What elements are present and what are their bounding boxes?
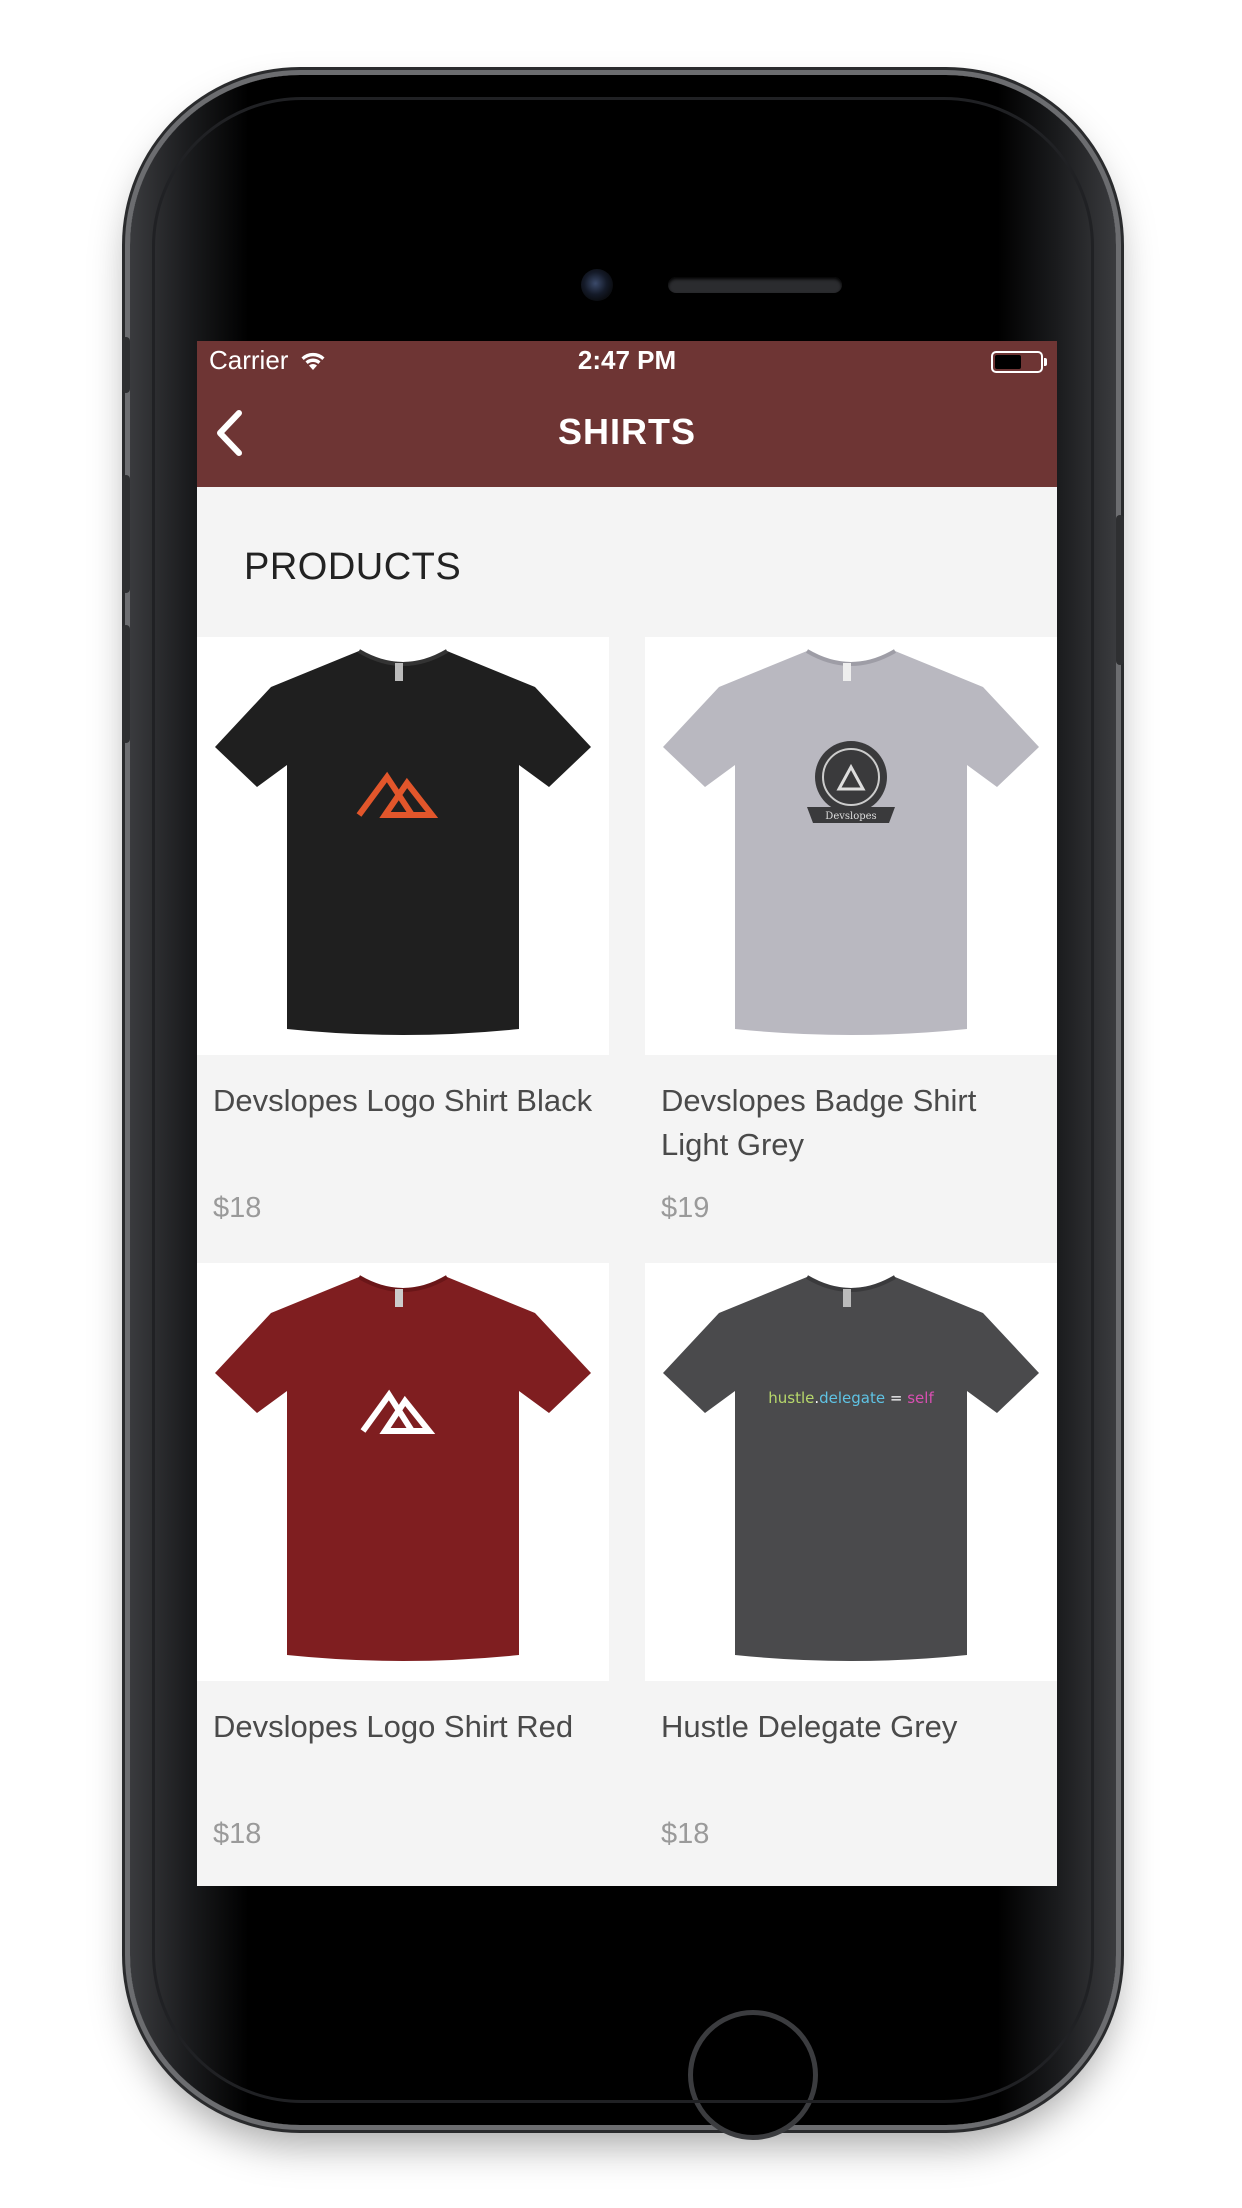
mute-switch bbox=[122, 337, 130, 393]
product-card[interactable]: Devslopes Logo Shirt Black $18 bbox=[197, 637, 609, 1224]
status-time: 2:47 PM bbox=[577, 345, 677, 375]
product-price: $18 bbox=[213, 1192, 262, 1224]
shirt-shape bbox=[663, 1277, 1039, 1661]
product-image bbox=[197, 637, 609, 1055]
product-card[interactable]: Devslopes Devslopes Badge Shirt Light Gr… bbox=[645, 637, 1057, 1224]
product-price: $19 bbox=[661, 1192, 710, 1224]
product-image bbox=[197, 1263, 609, 1681]
product-name: Devslopes Badge Shirt Light Grey bbox=[661, 1083, 977, 1162]
front-camera bbox=[581, 269, 613, 301]
product-price: $18 bbox=[213, 1818, 262, 1850]
badge-text: Devslopes bbox=[825, 811, 876, 822]
hustle-delegate-graphic: hustle.delegate = self bbox=[768, 1389, 934, 1407]
home-button[interactable] bbox=[688, 2010, 818, 2140]
section-title: PRODUCTS bbox=[244, 546, 462, 588]
product-price: $18 bbox=[661, 1818, 710, 1850]
product-name: Hustle Delegate Grey bbox=[661, 1709, 958, 1744]
battery-icon bbox=[991, 351, 1047, 373]
page-title: SHIRTS bbox=[557, 411, 696, 452]
navigation-bar: Carrier 2:47 PM SHIRTS bbox=[197, 341, 1057, 487]
shirt-shape bbox=[215, 1277, 591, 1661]
product-image: hustle.delegate = self bbox=[645, 1263, 1057, 1681]
app-screen: Carrier 2:47 PM SHIRTS PRODUCTS Devslope… bbox=[197, 341, 1057, 1886]
status-bar: Carrier 2:47 PM bbox=[197, 341, 1057, 381]
product-image: Devslopes bbox=[645, 637, 1057, 1055]
product-card[interactable]: hustle.delegate = self Hustle Delegate G… bbox=[645, 1263, 1057, 1850]
shirt-shape bbox=[215, 651, 591, 1035]
product-name: Devslopes Logo Shirt Black bbox=[213, 1083, 593, 1118]
product-name: Devslopes Logo Shirt Red bbox=[213, 1709, 574, 1744]
earpiece-speaker bbox=[668, 277, 842, 293]
product-card[interactable]: Devslopes Logo Shirt Red $18 bbox=[197, 1263, 609, 1850]
volume-up-button bbox=[122, 475, 130, 593]
shirt-shape bbox=[663, 651, 1039, 1035]
volume-down-button bbox=[122, 625, 130, 743]
power-button bbox=[1116, 515, 1124, 665]
